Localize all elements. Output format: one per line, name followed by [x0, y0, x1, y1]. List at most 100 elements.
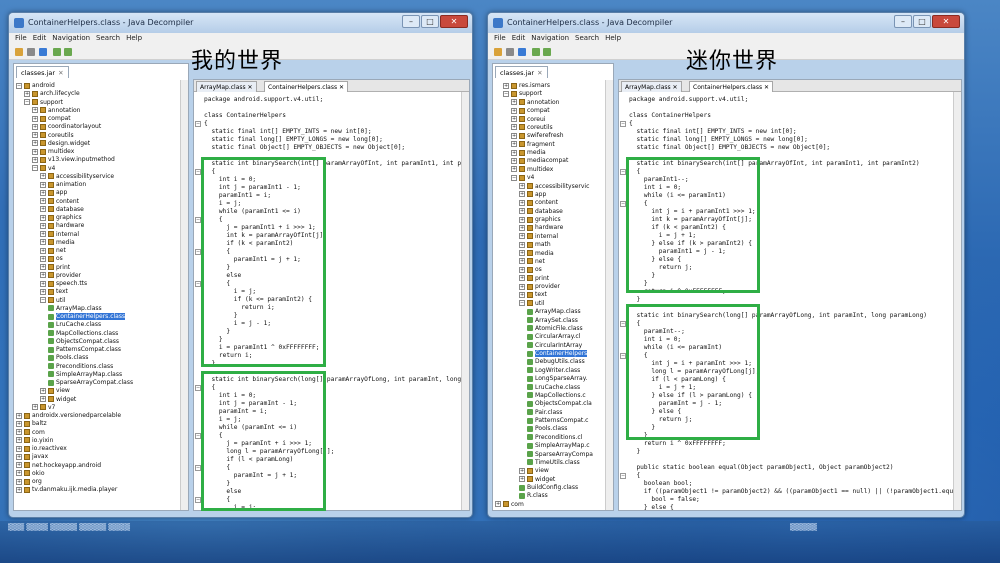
expand-icon[interactable]: +	[519, 266, 525, 273]
expand-icon[interactable]: +	[519, 233, 525, 240]
expand-icon[interactable]: +	[40, 198, 46, 204]
menu-edit[interactable]: Edit	[33, 33, 47, 44]
tree-package-item[interactable]: + internal	[16, 231, 180, 239]
tree-package-item[interactable]: + design.widget	[16, 140, 180, 148]
tab-containerhelpers[interactable]: ContainerHelpers.class ✕	[264, 81, 349, 92]
expand-icon[interactable]: +	[511, 116, 517, 122]
tree-package-item[interactable]: + io.reactivex	[16, 445, 180, 453]
tree-package-item[interactable]: + os	[495, 266, 605, 274]
expand-icon[interactable]: +	[519, 283, 525, 290]
expand-icon[interactable]: +	[32, 132, 38, 138]
tree-package-item[interactable]: + media	[495, 149, 605, 157]
expand-icon[interactable]: +	[40, 396, 46, 402]
tree-package-item[interactable]: + arch.lifecycle	[16, 90, 180, 98]
tree-class-item[interactable]: SimpleArrayMap.c	[495, 442, 605, 450]
tree-class-item[interactable]: BuildConfig.class	[495, 484, 605, 492]
tree-package-item[interactable]: + app	[495, 191, 605, 199]
expand-icon[interactable]: +	[40, 189, 46, 196]
code-editor[interactable]: ArrayMap.class ✕ ContainerHelpers.class …	[618, 79, 962, 511]
tree-package-item[interactable]: + org	[495, 509, 605, 510]
tree-class-item[interactable]: ArraySet.class	[495, 317, 605, 325]
package-tree[interactable]: − android + arch.lifecycle − support + annotati…	[16, 82, 180, 510]
expand-icon[interactable]: +	[519, 216, 525, 223]
tree-class-item[interactable]: ArrayMap.class	[16, 305, 180, 313]
tree-package-item[interactable]: + widget	[495, 476, 605, 484]
expand-icon[interactable]: +	[40, 222, 46, 229]
tree-class-item[interactable]: SparseArrayCompat.class	[16, 379, 180, 387]
tree-package-item[interactable]: + net	[495, 258, 605, 266]
package-explorer[interactable]: classes.jar ✕ − android + arch.lifecycle − sup…	[13, 63, 189, 511]
tree-class-item[interactable]: MapCollections.class	[16, 330, 180, 338]
open-file-icon[interactable]	[494, 48, 502, 56]
tree-package-item[interactable]: + text	[16, 288, 180, 296]
fold-toggle-icon[interactable]: −	[195, 249, 201, 255]
expand-icon[interactable]: +	[32, 115, 38, 122]
tree-package-item[interactable]: + javax	[16, 453, 180, 461]
tree-package-item[interactable]: + okio	[16, 470, 180, 478]
tree-package-item[interactable]: + animation	[16, 181, 180, 189]
tab-classes-jar[interactable]: classes.jar ✕	[495, 66, 548, 78]
tree-class-item[interactable]: ArrayMap.class	[495, 308, 605, 316]
expand-icon[interactable]: +	[16, 429, 22, 435]
expand-icon[interactable]: +	[511, 157, 517, 164]
fold-toggle-icon[interactable]: −	[195, 385, 201, 391]
fold-toggle-icon[interactable]: −	[195, 121, 201, 127]
tree-package-item[interactable]: + coreutils	[16, 132, 180, 140]
tree-package-item[interactable]: − v4	[16, 165, 180, 173]
tree-package-item[interactable]: + org	[16, 478, 180, 486]
expand-icon[interactable]: +	[40, 181, 46, 188]
tree-class-item[interactable]: Preconditions.cl	[495, 434, 605, 442]
tree-package-item[interactable]: + multidex	[16, 148, 180, 156]
expand-icon[interactable]: +	[511, 149, 517, 156]
fold-toggle-icon[interactable]: −	[195, 433, 201, 439]
tree-class-item[interactable]: DebugUtils.class	[495, 358, 605, 366]
menu-search[interactable]: Search	[575, 33, 599, 44]
collapse-icon[interactable]: −	[40, 297, 46, 303]
expand-icon[interactable]: +	[40, 173, 46, 180]
tree-package-item[interactable]: + print	[16, 264, 180, 272]
tree-package-item[interactable]: + media	[495, 250, 605, 258]
minimize-button[interactable]: –	[894, 15, 912, 28]
back-arrow-icon[interactable]	[53, 48, 61, 56]
tree-class-item[interactable]: ContainerHelpers	[495, 350, 605, 358]
tree-class-item[interactable]: CircularArray.cl	[495, 333, 605, 341]
tree-class-item[interactable]: TimeUtils.class	[495, 459, 605, 467]
tree-package-item[interactable]: + net.hockeyapp.android	[16, 462, 180, 470]
tree-package-item[interactable]: + accessibilityservic	[495, 183, 605, 191]
taskbar-items-blurred[interactable]: ▒▒▒ ▒▒▒▒ ▒▒▒▒▒ ▒▒▒▒▒ ▒▒▒▒	[8, 523, 188, 531]
tab-classes-jar[interactable]: classes.jar ✕	[16, 66, 69, 78]
tab-arraymap[interactable]: ArrayMap.class ✕	[196, 81, 257, 92]
tree-package-item[interactable]: + io.yixin	[16, 437, 180, 445]
expand-icon[interactable]: +	[519, 258, 525, 265]
tree-package-item[interactable]: + com	[495, 501, 605, 509]
tree-package-item[interactable]: − util	[16, 297, 180, 305]
tree-package-item[interactable]: + v13.view.inputmethod	[16, 156, 180, 164]
tree-package-item[interactable]: + text	[495, 291, 605, 299]
expand-icon[interactable]: +	[40, 255, 46, 262]
tree-package-item[interactable]: + view	[16, 387, 180, 395]
vertical-scrollbar[interactable]	[180, 80, 188, 510]
menu-search[interactable]: Search	[96, 33, 120, 44]
expand-icon[interactable]: +	[16, 437, 22, 444]
tree-package-item[interactable]: + os	[16, 255, 180, 263]
expand-icon[interactable]: +	[511, 132, 517, 139]
tree-package-item[interactable]: + internal	[495, 233, 605, 241]
tree-class-item[interactable]: Preconditions.class	[16, 363, 180, 371]
expand-icon[interactable]: +	[40, 247, 46, 254]
tree-package-item[interactable]: + hardware	[495, 224, 605, 232]
expand-icon[interactable]: +	[519, 183, 525, 189]
collapse-icon[interactable]: −	[511, 174, 517, 181]
tree-package-item[interactable]: + v7	[16, 404, 180, 412]
expand-icon[interactable]: +	[495, 509, 501, 510]
close-tab-icon[interactable]: ✕	[537, 69, 542, 77]
tree-package-item[interactable]: + annotation	[16, 107, 180, 115]
expand-icon[interactable]: +	[40, 387, 46, 394]
editor-scrollbar[interactable]	[461, 92, 469, 510]
expand-icon[interactable]: +	[519, 250, 525, 256]
fold-toggle-icon[interactable]: −	[620, 473, 626, 479]
expand-icon[interactable]: +	[32, 156, 38, 163]
package-tree[interactable]: + res.ismars − support + annotation + compat + co…	[495, 82, 605, 510]
tree-package-item[interactable]: + compat	[16, 115, 180, 123]
tree-package-item[interactable]: + hardware	[16, 222, 180, 230]
tree-package-item[interactable]: + content	[16, 198, 180, 206]
